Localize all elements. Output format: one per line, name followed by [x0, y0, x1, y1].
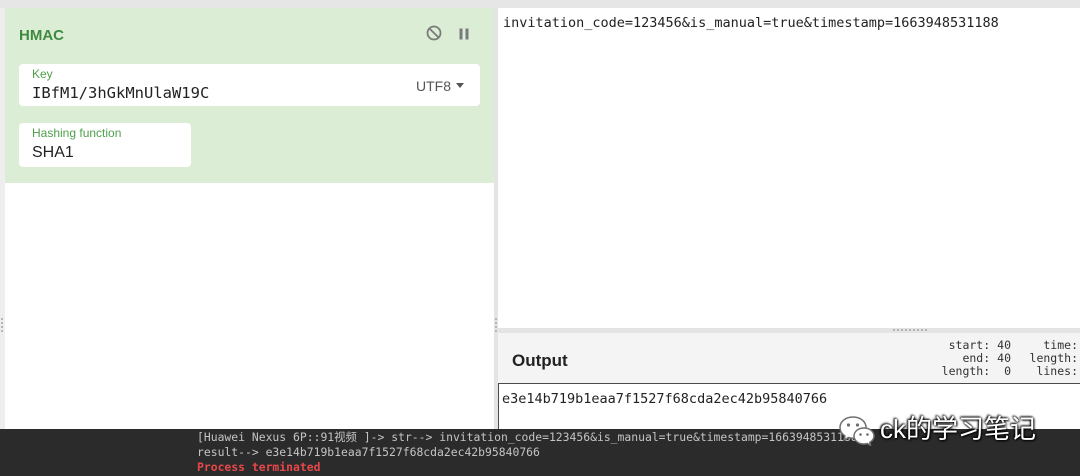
output-stats-secondary: time: length: lines: — [1030, 339, 1078, 378]
hashing-function-label: Hashing function — [32, 126, 122, 140]
key-label: Key — [32, 67, 53, 81]
disable-icon[interactable] — [426, 25, 442, 46]
output-text[interactable]: e3e14b719b1eaa7f1527f68cda2ec42b95840766 — [502, 391, 827, 407]
output-header: Output start: 40 end: 40 length: 0 time:… — [498, 333, 1080, 383]
encoding-value: UTF8 — [416, 78, 451, 94]
stat-label: lines: — [1036, 364, 1078, 378]
hashing-function-field[interactable]: Hashing function SHA1 — [19, 123, 191, 167]
resize-handle[interactable] — [893, 329, 927, 331]
pause-icon[interactable] — [458, 27, 470, 45]
key-field[interactable]: Key IBfM1/3hGkMnUlaW19C UTF8 — [19, 64, 480, 106]
output-stats: start: 40 end: 40 length: 0 — [942, 339, 1011, 378]
watermark-text: ck的学习笔记 — [880, 414, 1037, 444]
hashing-function-select[interactable]: SHA1 — [32, 144, 74, 162]
key-input[interactable]: IBfM1/3hGkMnUlaW19C — [32, 84, 209, 102]
operation-title: HMAC — [19, 27, 64, 44]
terminal-line: result--> e3e14b719b1eaa7f1527f68cda2ec4… — [197, 445, 540, 459]
stat-label: length: — [941, 364, 991, 378]
terminal-line: [Huawei Nexus 6P::91视频 ]-> str--> invita… — [197, 430, 858, 444]
input-pane[interactable]: invitation_code=123456&is_manual=true&ti… — [498, 8, 1080, 328]
output-title: Output — [512, 351, 568, 370]
process-status: Process terminated — [197, 460, 321, 474]
stat-value: 0 — [1004, 364, 1011, 378]
input-text[interactable]: invitation_code=123456&is_manual=true&ti… — [503, 15, 999, 31]
hmac-operation: HMAC Key IBfM1/3hGkMnUlaW19C UTF8 Hashin… — [5, 8, 494, 183]
top-bar — [0, 0, 1080, 8]
wechat-icon — [838, 414, 876, 451]
resize-handle[interactable] — [495, 318, 497, 334]
resize-handle[interactable] — [1, 318, 3, 334]
encoding-dropdown[interactable]: UTF8 — [416, 78, 464, 94]
recipe-panel: HMAC Key IBfM1/3hGkMnUlaW19C UTF8 Hashin… — [5, 8, 494, 429]
caret-down-icon — [456, 82, 464, 88]
